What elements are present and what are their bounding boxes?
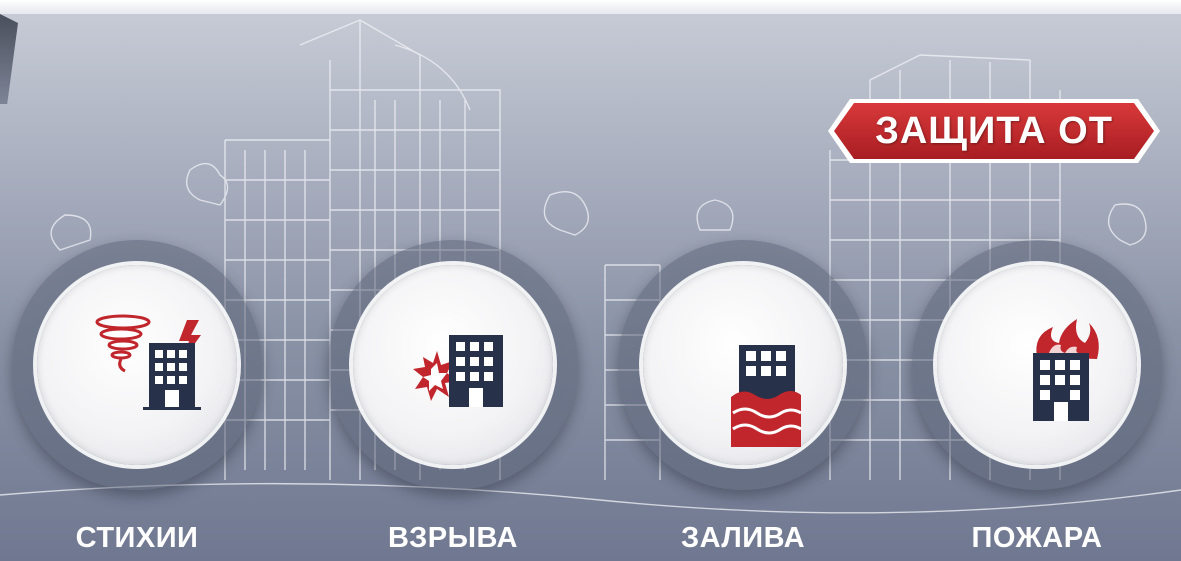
feature-card-pozhara (912, 240, 1162, 490)
icon-plate (643, 265, 843, 465)
label-stikhii: СТИХИИ (75, 522, 199, 554)
explosion-building-icon (413, 335, 503, 407)
label-vzryva: ВЗРЫВА (388, 522, 518, 554)
feature-card-vzryva (328, 240, 578, 490)
tornado-lightning-building-icon (95, 314, 201, 410)
flood-building-icon (731, 345, 802, 447)
section-badge: ЗАЩИТА ОТ (826, 97, 1162, 165)
icon-plate (937, 265, 1137, 465)
badge-title: ЗАЩИТА ОТ (875, 109, 1113, 152)
feature-card-stikhii (12, 240, 262, 490)
fire-building-icon (1033, 319, 1099, 421)
label-pozhara: ПОЖАРА (971, 522, 1103, 554)
feature-card-zaliva (618, 240, 868, 490)
label-zaliva: ЗАЛИВА (680, 522, 806, 554)
icon-plate (353, 265, 553, 465)
icon-plate (37, 265, 237, 465)
